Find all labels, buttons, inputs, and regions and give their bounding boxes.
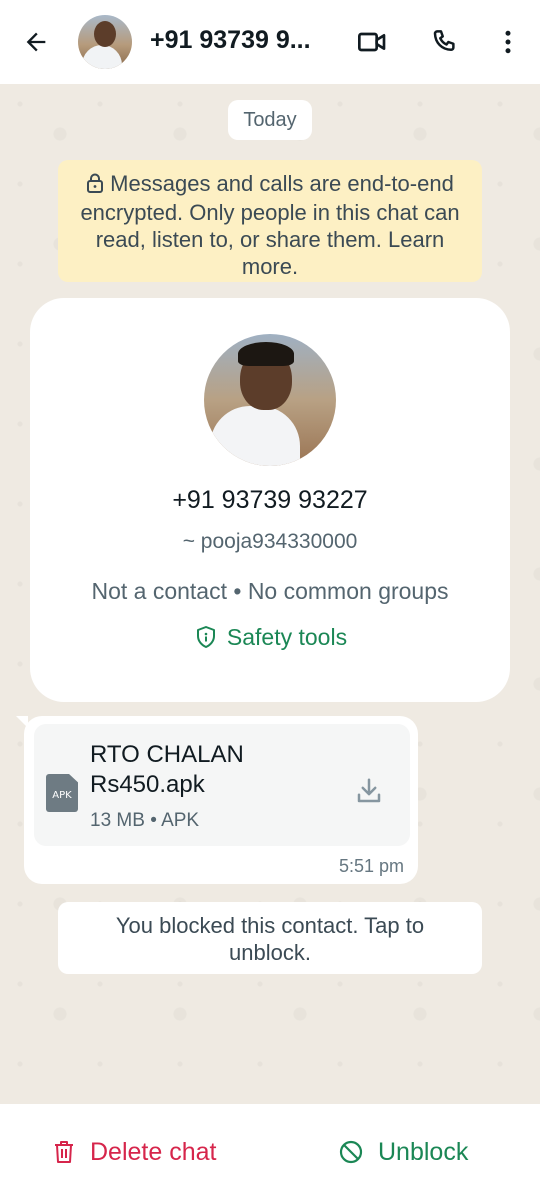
file-meta: 13 MB • APK: [90, 810, 200, 831]
voice-call-button[interactable]: [426, 24, 462, 60]
contact-number: +91 93739 93227: [172, 486, 368, 514]
trash-icon: [55, 1141, 73, 1163]
back-arrow-icon: [26, 32, 46, 52]
back-button[interactable]: [18, 24, 54, 60]
more-vert-icon: [505, 30, 511, 54]
encryption-notice-text: Messages and calls are end-to-end encryp…: [80, 171, 460, 279]
download-icon: [357, 778, 381, 803]
phone-icon: [433, 30, 455, 51]
profile-photo-hair: [238, 342, 294, 366]
file-name: RTO CHALAN Rs450.apk: [90, 741, 244, 798]
avatar[interactable]: [78, 15, 132, 69]
block-icon: [339, 1140, 363, 1164]
shield-icon: [196, 626, 215, 648]
lock-icon: [86, 172, 104, 199]
more-options-button[interactable]: [490, 24, 526, 60]
safety-tools-label: Safety tools: [226, 623, 348, 650]
profile-photo-shirt: [210, 406, 300, 466]
profile-photo[interactable]: [204, 334, 336, 466]
encryption-notice[interactable]: Messages and calls are end-to-end encryp…: [58, 160, 482, 282]
unblock-button[interactable]: Unblock: [338, 1134, 468, 1170]
contact-username: ~ pooja934330000: [182, 530, 358, 553]
file-attachment[interactable]: APK RTO CHALAN Rs450.apk 13 MB • APK: [34, 724, 410, 846]
delete-chat-label: Delete chat: [90, 1137, 217, 1166]
avatar-shirt: [82, 45, 122, 69]
bottom-action-bar: Delete chat Unblock: [0, 1104, 540, 1200]
message-time: 5:51 pm: [338, 856, 404, 876]
download-button[interactable]: [352, 774, 386, 808]
chat-header: +91 93739 9...: [0, 0, 540, 84]
date-chip: Today: [228, 100, 312, 140]
contact-title[interactable]: +91 93739 9...: [150, 26, 332, 55]
avatar-face: [94, 21, 116, 47]
blocked-notice[interactable]: You blocked this contact. Tap to unblock…: [58, 902, 482, 974]
delete-chat-button[interactable]: Delete chat: [52, 1134, 216, 1170]
safety-tools-button[interactable]: Safety tools: [186, 620, 356, 654]
apk-file-icon-label: APK: [52, 790, 72, 801]
unblock-label: Unblock: [378, 1137, 469, 1166]
contact-status-info: Not a contact • No common groups: [91, 578, 449, 604]
video-call-button[interactable]: [354, 24, 390, 60]
contact-info-card: +91 93739 93227 ~ pooja934330000 Not a c…: [30, 298, 510, 702]
video-call-icon: [358, 32, 386, 52]
incoming-message[interactable]: APK RTO CHALAN Rs450.apk 13 MB • APK 5:5…: [16, 716, 418, 884]
